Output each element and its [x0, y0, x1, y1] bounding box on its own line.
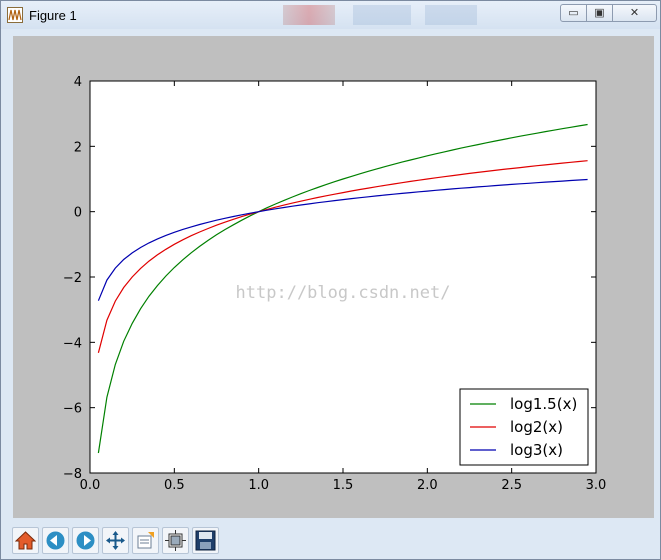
- navigation-toolbar: [10, 524, 655, 557]
- x-tick-label: 2.5: [501, 478, 522, 493]
- minimize-button[interactable]: ▭: [560, 4, 587, 22]
- x-tick-label: 3.0: [586, 478, 607, 493]
- watermark-text: http://blog.csdn.net/: [236, 283, 451, 303]
- matplotlib-icon: [7, 7, 23, 23]
- background-taskbar-thumbnail: [283, 5, 335, 25]
- y-tick-label: −4: [63, 336, 82, 351]
- legend: log1.5(x) log2(x) log3(x): [459, 388, 589, 466]
- forward-icon: [76, 531, 95, 550]
- x-tick-label: 2.0: [417, 478, 438, 493]
- x-tick-label: 0.0: [80, 478, 101, 493]
- figure-window: Figure 1 ▭ ▣ ✕ 0.0 0.5 1.0 1.5 2.0 2.5 3.0 4 2 0 −…: [0, 0, 661, 560]
- y-tick-label: −2: [63, 271, 82, 286]
- x-tick-label: 1.5: [333, 478, 354, 493]
- y-tick-label: −6: [63, 402, 82, 417]
- home-icon: [15, 531, 36, 550]
- figure-canvas[interactable]: 0.0 0.5 1.0 1.5 2.0 2.5 3.0 4 2 0 −2 −4 −6 −8 http://…: [13, 36, 654, 518]
- zoom-icon: [137, 532, 154, 549]
- save-icon: [195, 530, 216, 551]
- home-button[interactable]: [12, 527, 39, 554]
- save-button[interactable]: [192, 527, 219, 554]
- back-button[interactable]: [42, 527, 69, 554]
- line-chart: 0.0 0.5 1.0 1.5 2.0 2.5 3.0 4 2 0 −2 −4 −6 −8 http://…: [63, 75, 607, 493]
- legend-label: log3(x): [510, 441, 563, 459]
- x-tick-label: 1.0: [248, 478, 269, 493]
- pan-button[interactable]: [102, 527, 129, 554]
- title-bar[interactable]: Figure 1 ▭ ▣ ✕: [1, 1, 660, 29]
- x-tick-label: 0.5: [164, 478, 185, 493]
- y-tick-label: 0: [74, 206, 82, 221]
- subplots-icon: [165, 530, 186, 551]
- y-tick-label: 4: [74, 75, 82, 90]
- maximize-button[interactable]: ▣: [586, 4, 613, 22]
- legend-label: log2(x): [510, 418, 563, 436]
- background-taskbar-thumbnail: [425, 5, 477, 25]
- forward-button[interactable]: [72, 527, 99, 554]
- back-icon: [46, 531, 65, 550]
- legend-label: log1.5(x): [510, 395, 577, 413]
- y-tick-label: −8: [63, 467, 82, 482]
- zoom-button[interactable]: [132, 527, 159, 554]
- subplots-button[interactable]: [162, 527, 189, 554]
- window-title: Figure 1: [29, 8, 77, 23]
- pan-icon: [106, 531, 125, 550]
- y-tick-label: 2: [74, 140, 82, 155]
- background-taskbar-thumbnail: [353, 5, 411, 25]
- close-button[interactable]: ✕: [612, 4, 657, 22]
